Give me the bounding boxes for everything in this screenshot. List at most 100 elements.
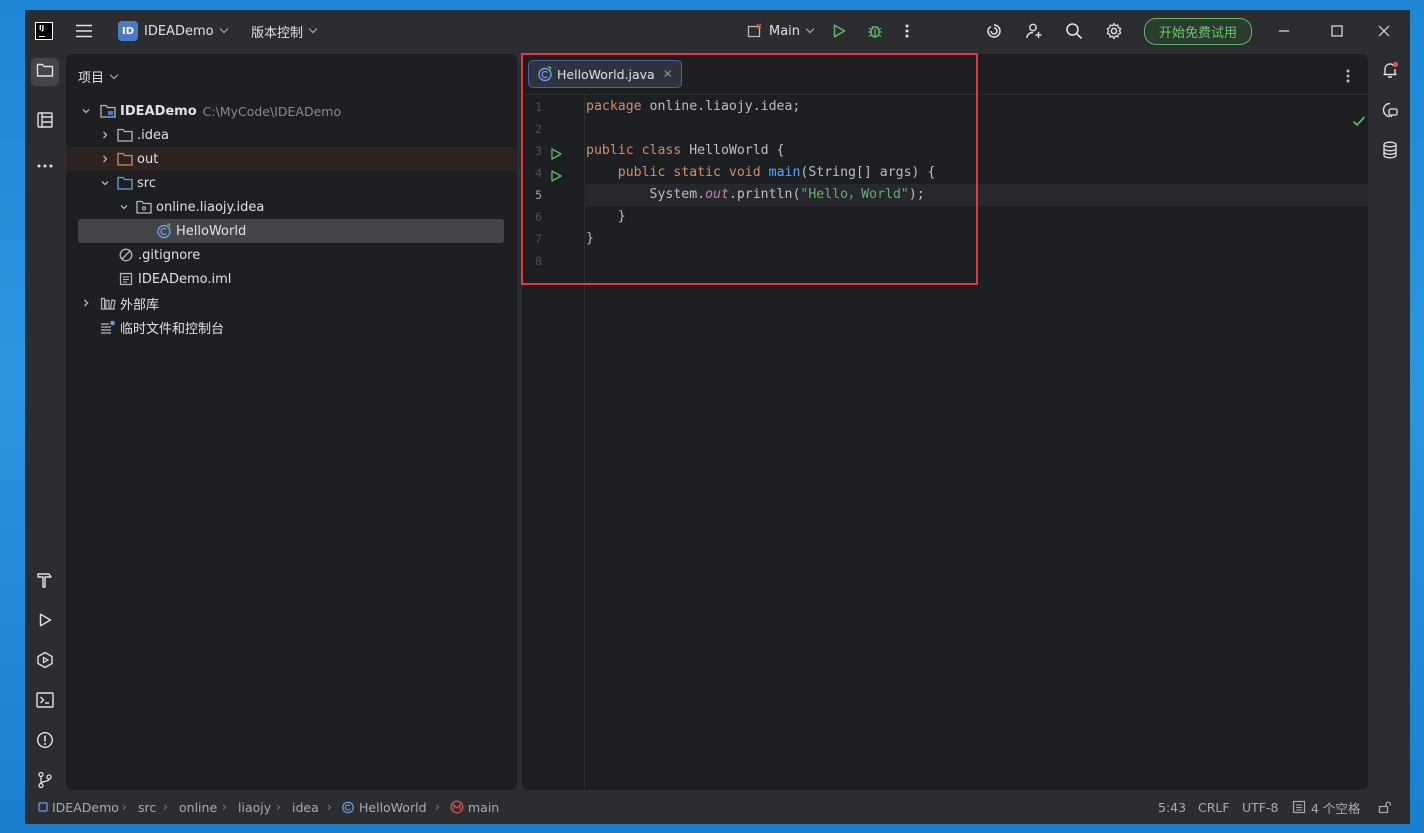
editor-gutter[interactable]: 1 2 3 4 5 6 7 8 xyxy=(522,95,585,790)
structure-tool-button[interactable] xyxy=(31,108,59,136)
database-button[interactable] xyxy=(1376,138,1404,166)
tree-item-project-root[interactable]: IDEADemo C:\MyCode\IDEADemo xyxy=(66,99,517,123)
search-everywhere-button[interactable] xyxy=(1060,10,1088,52)
code-token: System. xyxy=(586,187,706,202)
terminal-tool-button[interactable] xyxy=(31,688,59,716)
hamburger-icon xyxy=(70,17,98,45)
more-actions-button[interactable] xyxy=(893,10,921,52)
settings-button[interactable] xyxy=(1100,10,1128,52)
java-class-icon xyxy=(341,800,355,814)
chevron-down-icon xyxy=(219,24,228,34)
project-panel-header[interactable]: 项目 xyxy=(78,67,119,86)
code-token: ); xyxy=(908,187,925,202)
tree-item-external-libraries[interactable]: 外部库 xyxy=(66,291,517,315)
caret-position-label: 5:43 xyxy=(1158,799,1187,815)
editor-tabs-more-button[interactable] xyxy=(1334,62,1362,90)
breadcrumb-label: HelloWorld xyxy=(359,799,427,815)
build-tool-button[interactable] xyxy=(31,568,59,596)
breadcrumb-src[interactable]: src xyxy=(138,794,156,820)
breadcrumb-separator-icon: › xyxy=(435,800,440,814)
tree-item-helloworld-class[interactable]: HelloWorld xyxy=(66,219,517,243)
caret-position[interactable]: 5:43 xyxy=(1158,794,1186,820)
breadcrumb-online[interactable]: online xyxy=(179,794,217,820)
code-token: } xyxy=(586,231,594,246)
notifications-button[interactable] xyxy=(1376,58,1404,86)
code-line: } xyxy=(586,206,1368,228)
line-number: 5 xyxy=(535,188,542,202)
tree-item-label: HelloWorld xyxy=(176,223,247,239)
code-token: HelloWorld { xyxy=(681,143,785,158)
encoding-selector[interactable]: UTF-8 xyxy=(1242,794,1278,820)
debug-button[interactable] xyxy=(861,10,889,52)
ai-chat-button[interactable] xyxy=(1376,98,1404,126)
breadcrumb-main[interactable]: main xyxy=(450,794,499,820)
vcs-selector[interactable]: 版本控制 xyxy=(251,10,318,52)
tree-item-scratches[interactable]: 临时文件和控制台 xyxy=(66,315,517,339)
maximize-icon xyxy=(1323,17,1351,45)
line-separator-selector[interactable]: CRLF xyxy=(1198,794,1230,820)
project-name: IDEADemo xyxy=(144,23,214,39)
scratches-icon xyxy=(100,319,116,335)
breadcrumb-label: idea xyxy=(292,799,319,815)
code-line: public static void main(String[] args) { xyxy=(586,162,1368,184)
breadcrumb-project[interactable]: IDEADemo xyxy=(38,794,119,820)
project-tool-button[interactable] xyxy=(31,58,59,86)
minimize-icon xyxy=(1270,17,1298,45)
java-class-icon xyxy=(156,223,172,239)
maximize-button[interactable] xyxy=(1323,10,1351,52)
app-logo: IJ xyxy=(35,10,55,52)
editor-tab-helloworld[interactable]: HelloWorld.java ✕ xyxy=(528,60,682,88)
tree-item-src-folder[interactable]: src xyxy=(66,171,517,195)
code-with-me-button[interactable] xyxy=(1020,10,1048,52)
readonly-toggle[interactable] xyxy=(1378,794,1392,820)
ai-chat-icon xyxy=(1381,101,1399,123)
run-tool-button[interactable] xyxy=(31,608,59,636)
unlock-icon xyxy=(1378,800,1392,814)
line-number: 4 xyxy=(535,166,542,180)
static-field-token: out xyxy=(705,187,729,202)
breadcrumb-liaojy[interactable]: liaojy xyxy=(238,794,271,820)
project-panel-title: 项目 xyxy=(78,71,105,86)
run-main-gutter-icon[interactable] xyxy=(550,167,562,182)
close-window-button[interactable] xyxy=(1370,10,1398,52)
run-config-selector[interactable]: Main xyxy=(747,10,815,52)
run-button[interactable] xyxy=(825,10,853,52)
tree-item-label: .idea xyxy=(137,127,169,143)
tree-item-idea-folder[interactable]: .idea xyxy=(66,123,517,147)
run-class-gutter-icon[interactable] xyxy=(550,145,562,160)
indent-selector[interactable]: 4 个空格 xyxy=(1292,794,1360,820)
breadcrumb-idea[interactable]: idea xyxy=(292,794,319,820)
start-trial-button[interactable]: 开始免费试用 xyxy=(1144,10,1253,52)
tree-item-out-folder[interactable]: out xyxy=(66,147,517,171)
indent-token xyxy=(586,165,618,180)
code-line: package online.liaojy.idea; xyxy=(586,96,1368,118)
services-tool-button[interactable] xyxy=(31,648,59,676)
tree-item-iml-file[interactable]: IDEADemo.iml xyxy=(66,267,517,291)
breadcrumb-separator-icon: › xyxy=(222,800,227,814)
close-tab-icon[interactable]: ✕ xyxy=(663,67,673,81)
code-line: public class HelloWorld { xyxy=(586,140,1368,162)
add-user-icon xyxy=(1020,17,1048,45)
minimize-button[interactable] xyxy=(1270,10,1298,52)
keyword-token: package xyxy=(586,99,642,114)
problems-tool-button[interactable] xyxy=(31,728,59,756)
library-icon xyxy=(100,295,116,311)
breadcrumb-helloworld[interactable]: HelloWorld xyxy=(341,794,427,820)
tree-item-package[interactable]: online.liaojy.idea xyxy=(66,195,517,219)
git-tool-button[interactable] xyxy=(31,768,59,796)
code-token: } xyxy=(586,209,626,224)
ai-assistant-button[interactable] xyxy=(980,10,1008,52)
selection-highlight xyxy=(78,219,504,243)
folder-icon xyxy=(117,127,133,143)
chevron-right-icon xyxy=(99,153,111,165)
chevron-down-icon xyxy=(308,24,318,34)
folder-icon xyxy=(36,62,54,82)
tree-item-gitignore[interactable]: .gitignore xyxy=(66,243,517,267)
main-menu-button[interactable] xyxy=(70,10,98,52)
bug-icon xyxy=(861,17,889,45)
breadcrumb-separator-icon: › xyxy=(122,800,127,814)
more-tools-button[interactable] xyxy=(31,148,59,176)
bell-icon xyxy=(1381,61,1399,83)
module-square-icon xyxy=(38,802,48,812)
project-selector[interactable]: ID IDEADemo xyxy=(118,10,228,52)
